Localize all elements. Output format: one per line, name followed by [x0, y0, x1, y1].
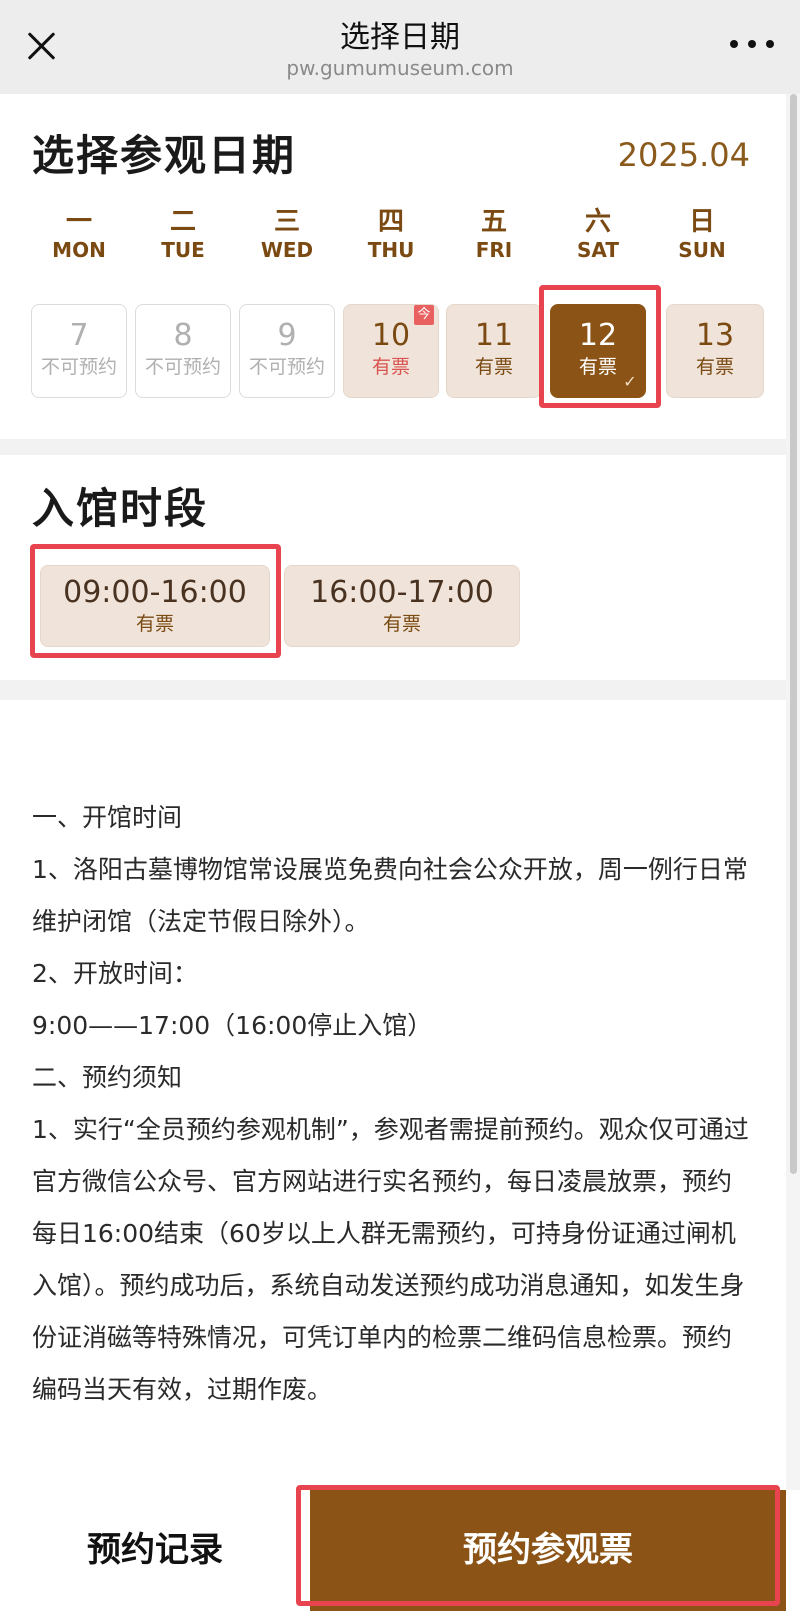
notice-line: 1、实行“全员预约参观机制”，参观者需提前预约。观众仅可通过官方微信公众号、官方… [32, 1115, 749, 1404]
notice-line: 1、洛阳古墓博物馆常设展览免费向社会公众开放，周一例行日常维护闭馆（法定节假日除… [32, 855, 748, 936]
day-card-13[interactable]: 13 有票 [666, 304, 764, 398]
notice-heading-hours: 一、开馆时间 [32, 803, 183, 832]
page-domain: pw.gumumuseum.com [286, 56, 514, 80]
weekday-fri: 五 FRI [475, 207, 513, 262]
time-section-title: 入馆时段 [32, 484, 209, 533]
weekday-mon: 一 MON [52, 207, 106, 262]
weekday-sat: 六 SAT [577, 207, 619, 262]
weekday-tue: 二 TUE [161, 207, 205, 262]
time-slot-panel: 入馆时段 09:00-16:00 有票 16:00-17:00 有票 [0, 455, 786, 680]
day-card-7[interactable]: 7 不可预约 [31, 304, 127, 398]
day-card-9[interactable]: 9 不可预约 [239, 304, 335, 398]
notice-heading-booking: 二、预约须知 [32, 1063, 183, 1092]
date-selection-panel: 选择参观日期 2025.04 一 MON 二 TUE 三 WED 四 THU 五 FRI … [0, 94, 786, 439]
month-label: 2025.04 [617, 136, 750, 174]
day-card-11[interactable]: 11 有票 [446, 304, 542, 398]
notice-line: 9:00——17:00（16:00停止入馆） [32, 1011, 433, 1040]
booking-records-button[interactable]: 预约记录 [0, 1490, 310, 1611]
time-slot-morning[interactable]: 09:00-16:00 有票 [40, 565, 270, 647]
weekday-wed: 三 WED [260, 207, 314, 262]
date-section-title: 选择参观日期 [32, 131, 297, 180]
weekday-sun: 日 SUN [678, 207, 726, 262]
top-nav-bar: 选择日期 pw.gumumuseum.com [0, 0, 800, 94]
day-card-12[interactable]: 12 有票 ✓ [550, 304, 646, 398]
page-title: 选择日期 [340, 20, 460, 55]
time-slot-evening[interactable]: 16:00-17:00 有票 [284, 565, 520, 647]
today-badge: 今 [414, 305, 434, 325]
scrollbar-thumb[interactable] [790, 94, 797, 1174]
weekday-thu: 四 THU [367, 207, 415, 262]
check-icon: ✓ [623, 372, 637, 391]
notice-text: 一、开馆时间 1、洛阳古墓博物馆常设展览免费向社会公众开放，周一例行日常维护闭馆… [32, 792, 754, 1416]
notice-line: 2、开放时间： [32, 959, 198, 988]
notice-panel: 一、开馆时间 1、洛阳古墓博物馆常设展览免费向社会公众开放，周一例行日常维护闭馆… [0, 700, 786, 1490]
bottom-action-bar: 预约记录 预约参观票 [0, 1490, 800, 1611]
day-card-8[interactable]: 8 不可预约 [135, 304, 231, 398]
more-icon[interactable] [730, 40, 774, 52]
day-card-10[interactable]: 今 10 有票 [343, 304, 439, 398]
book-ticket-button[interactable]: 预约参观票 [310, 1490, 786, 1611]
